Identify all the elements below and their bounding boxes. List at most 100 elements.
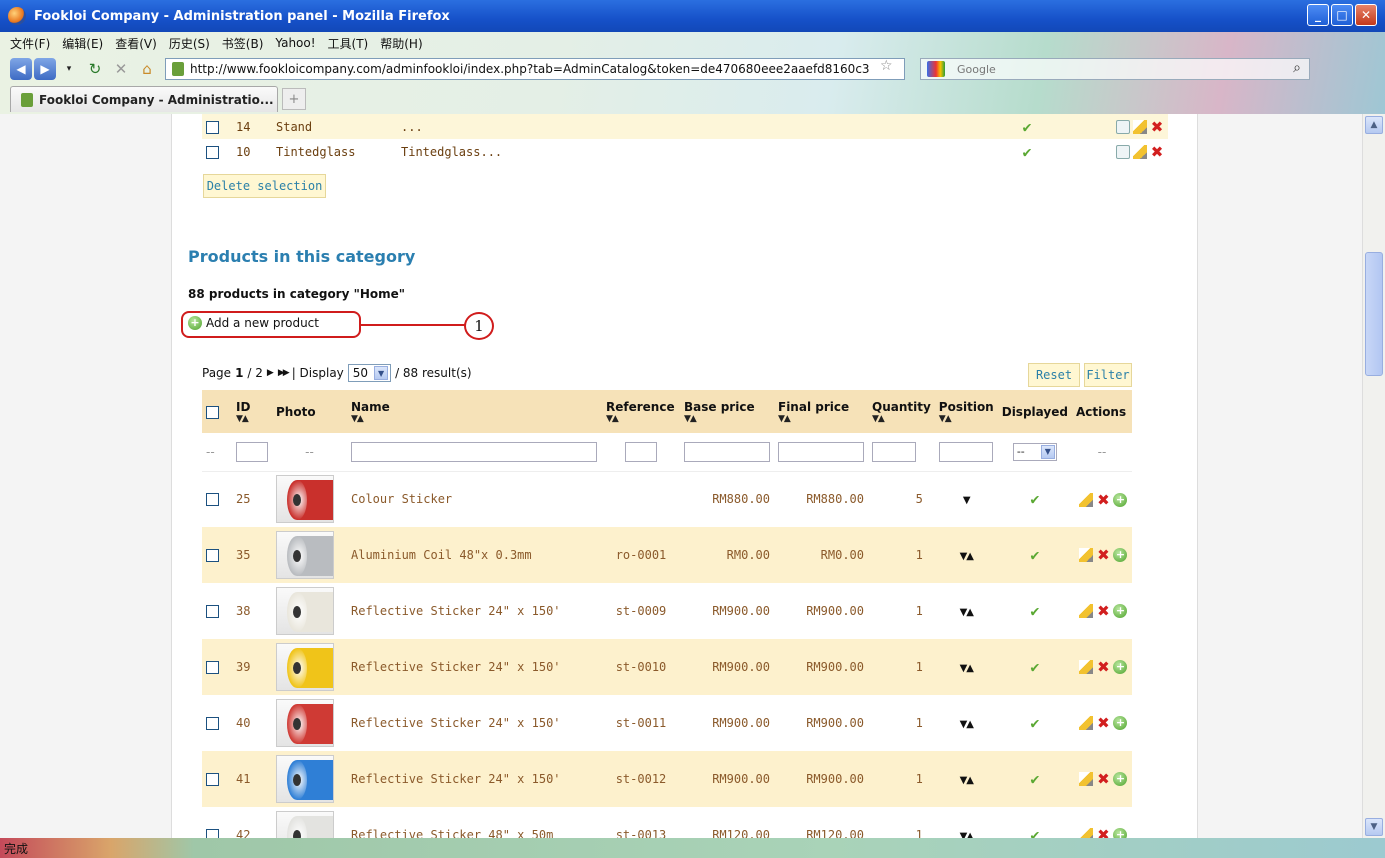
displayed-check-icon[interactable]: ✔ [1030, 714, 1039, 732]
position-arrows-icon[interactable]: ▼▲ [960, 775, 974, 786]
edit-icon[interactable] [1079, 492, 1094, 507]
per-page-select[interactable]: 50 ▼ [347, 364, 392, 382]
displayed-check-icon[interactable]: ✔ [1030, 602, 1039, 620]
filter-id-input[interactable] [236, 441, 268, 462]
filter-displayed-select[interactable]: -- ▼ [1012, 442, 1057, 461]
search-icon[interactable]: ⌕ [1293, 60, 1301, 76]
search-bar[interactable]: Google ⌕ [920, 58, 1310, 80]
position-arrows-icon[interactable]: ▼▲ [960, 663, 974, 674]
sort-arrows-icon[interactable]: ▼▲ [606, 414, 676, 424]
position-arrows-icon[interactable]: ▼▲ [960, 719, 974, 730]
menu-history[interactable]: 历史(S) [169, 35, 210, 52]
duplicate-icon[interactable]: + [1113, 548, 1128, 563]
row-checkbox[interactable] [206, 661, 219, 674]
row-checkbox[interactable] [206, 717, 219, 730]
edit-icon[interactable] [1079, 604, 1094, 619]
product-name[interactable]: Reflective Sticker 24" x 150' [347, 751, 602, 807]
row-checkbox[interactable] [206, 493, 219, 507]
row-checkbox[interactable] [206, 120, 219, 134]
menu-file[interactable]: 文件(F) [10, 35, 50, 52]
filter-quantity-input[interactable] [872, 441, 916, 462]
product-name[interactable]: Reflective Sticker 24" x 150' [347, 583, 602, 639]
sort-arrows-icon[interactable]: ▼▲ [351, 414, 598, 424]
edit-icon[interactable] [1079, 772, 1094, 787]
filter-final-price-input[interactable] [778, 441, 864, 462]
edit-icon[interactable] [1079, 660, 1094, 675]
position-arrows-icon[interactable]: ▼▲ [960, 831, 974, 838]
delete-icon[interactable]: ✖ [1096, 492, 1110, 507]
duplicate-icon[interactable]: + [1113, 716, 1128, 731]
reload-icon[interactable]: ↻ [84, 58, 106, 80]
product-name[interactable]: Aluminium Coil 48"x 0.3mm [347, 527, 602, 583]
product-name[interactable]: Reflective Sticker 48" x 50m [347, 807, 602, 838]
minimize-button[interactable]: _ [1307, 4, 1329, 26]
edit-icon[interactable] [1079, 548, 1094, 563]
vertical-scrollbar[interactable]: ▲ ▼ [1362, 114, 1385, 838]
enabled-check-icon[interactable]: ✔ [1022, 118, 1031, 136]
displayed-check-icon[interactable]: ✔ [1030, 546, 1039, 564]
close-button[interactable]: ✕ [1355, 4, 1377, 26]
url-bar[interactable]: http://www.fookloicompany.com/adminfookl… [165, 58, 905, 80]
menu-help[interactable]: 帮助(H) [380, 35, 422, 52]
displayed-check-icon[interactable]: ✔ [1030, 770, 1039, 788]
history-dropdown[interactable]: ▾ [58, 58, 80, 80]
delete-icon[interactable]: ✖ [1096, 660, 1110, 675]
enabled-check-icon[interactable]: ✔ [1022, 143, 1031, 161]
row-checkbox[interactable] [206, 145, 219, 159]
position-arrows-icon[interactable]: ▼ [963, 495, 971, 506]
category-name[interactable]: Stand [272, 114, 397, 139]
delete-icon[interactable]: ✖ [1096, 828, 1110, 838]
displayed-check-icon[interactable]: ✔ [1030, 490, 1039, 508]
product-name[interactable]: Reflective Sticker 24" x 150' [347, 695, 602, 751]
sort-arrows-icon[interactable]: ▼▲ [236, 414, 268, 424]
scroll-down-icon[interactable]: ▼ [1365, 818, 1383, 836]
menu-view[interactable]: 查看(V) [115, 35, 157, 52]
sort-arrows-icon[interactable]: ▼▲ [872, 414, 931, 424]
new-tab-button[interactable]: + [282, 88, 306, 110]
stop-icon[interactable]: ✕ [110, 58, 132, 80]
row-checkbox[interactable] [206, 773, 219, 786]
menu-tools[interactable]: 工具(T) [328, 35, 369, 52]
sort-arrows-icon[interactable]: ▼▲ [778, 414, 864, 424]
sort-arrows-icon[interactable]: ▼▲ [939, 414, 994, 424]
edit-icon[interactable] [1133, 144, 1147, 159]
displayed-check-icon[interactable]: ✔ [1030, 658, 1039, 676]
filter-base-price-input[interactable] [684, 441, 770, 462]
scrollbar-thumb[interactable] [1365, 252, 1383, 376]
edit-icon[interactable] [1079, 716, 1094, 731]
delete-icon[interactable]: ✖ [1096, 604, 1110, 619]
tab-admin-panel[interactable]: Fookloi Company - Administratio... [10, 86, 278, 112]
pager-last-icon[interactable]: ▶▶ [278, 368, 290, 378]
view-icon[interactable] [1116, 119, 1130, 134]
filter-name-input[interactable] [351, 441, 597, 462]
category-name[interactable]: Tintedglass [272, 139, 397, 164]
duplicate-icon[interactable]: + [1113, 828, 1128, 838]
row-checkbox[interactable] [206, 829, 219, 838]
maximize-button[interactable]: □ [1331, 4, 1353, 26]
scroll-up-icon[interactable]: ▲ [1365, 116, 1383, 134]
bookmark-star-icon[interactable]: ☆ [880, 58, 893, 74]
delete-icon[interactable]: ✖ [1096, 716, 1110, 731]
forward-button[interactable]: ▶ [34, 58, 56, 80]
delete-icon[interactable]: ✖ [1150, 119, 1164, 134]
menu-bookmarks[interactable]: 书签(B) [222, 35, 264, 52]
sort-arrows-icon[interactable]: ▼▲ [684, 414, 770, 424]
delete-icon[interactable]: ✖ [1150, 144, 1164, 159]
menu-edit[interactable]: 编辑(E) [62, 35, 103, 52]
view-icon[interactable] [1116, 144, 1130, 159]
home-icon[interactable]: ⌂ [136, 58, 158, 80]
reset-button[interactable]: Reset [1028, 363, 1080, 387]
product-name[interactable]: Reflective Sticker 24" x 150' [347, 639, 602, 695]
back-button[interactable]: ◀ [10, 58, 32, 80]
filter-button[interactable]: Filter [1084, 363, 1132, 387]
delete-icon[interactable]: ✖ [1096, 548, 1110, 563]
position-arrows-icon[interactable]: ▼▲ [960, 551, 974, 562]
duplicate-icon[interactable]: + [1113, 604, 1128, 619]
delete-icon[interactable]: ✖ [1096, 772, 1110, 787]
pager-next-icon[interactable]: ▶ [267, 368, 274, 378]
product-name[interactable]: Colour Sticker [347, 471, 602, 527]
duplicate-icon[interactable]: + [1113, 492, 1128, 507]
edit-icon[interactable] [1079, 828, 1094, 838]
filter-reference-input[interactable] [625, 441, 657, 462]
delete-selection-button[interactable]: Delete selection [203, 174, 326, 198]
